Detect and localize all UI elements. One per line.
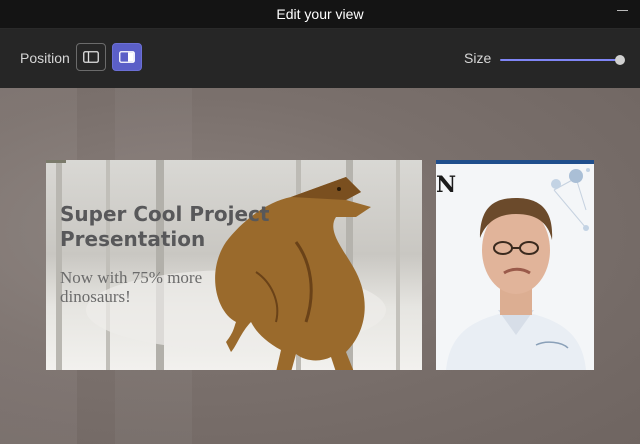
view-toolbar: Position Size — [0, 29, 640, 88]
layout-left-icon — [83, 51, 99, 63]
slide-title: Super Cool Project Presentation — [60, 202, 270, 251]
minimize-button[interactable] — [617, 10, 628, 11]
person-image — [446, 198, 586, 370]
layout-right-icon — [119, 51, 135, 63]
shared-slide: Super Cool Project Presentation Now with… — [46, 160, 422, 370]
title-bar: Edit your view — [0, 0, 640, 29]
slide-subtitle: Now with 75% more dinosaurs! — [60, 268, 203, 306]
position-label: Position — [20, 50, 70, 66]
position-left-button[interactable] — [76, 43, 106, 71]
window-title: Edit your view — [276, 6, 364, 22]
size-slider-track — [500, 59, 620, 61]
camera-video: N — [436, 160, 594, 370]
size-slider[interactable] — [500, 55, 625, 65]
slide-accent — [46, 160, 66, 163]
size-label: Size — [464, 50, 492, 66]
size-slider-thumb[interactable] — [615, 55, 625, 65]
preview-stage: Super Cool Project Presentation Now with… — [0, 88, 640, 444]
position-right-button[interactable] — [112, 43, 142, 71]
